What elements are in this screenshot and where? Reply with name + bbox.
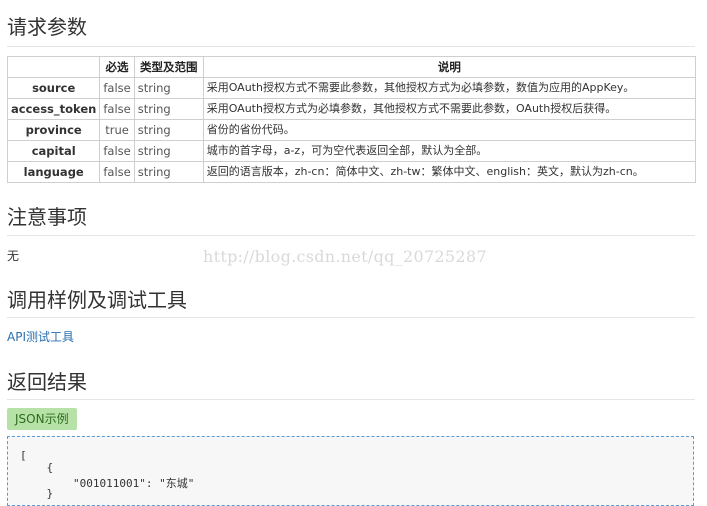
code-block: [ { "001011001": "东城" } <box>7 436 694 506</box>
param-required: false <box>99 98 135 120</box>
param-name: language <box>6 161 101 183</box>
header-type: 类型及范围 <box>133 56 204 78</box>
section-title-request-params: 请求参数 <box>7 15 87 39</box>
param-description: 采用OAuth授权方式为必填参数，其他授权方式不需要此参数，OAuth授权后获得… <box>202 98 697 120</box>
divider <box>7 46 695 47</box>
param-description: 省份的省份代码。 <box>202 119 697 141</box>
param-type: string <box>133 140 204 162</box>
params-table: 必选 类型及范围 说明 source false string 采用OAuth授… <box>6 56 697 183</box>
header-name <box>6 56 101 78</box>
param-required: true <box>99 119 135 141</box>
param-name: source <box>6 77 101 99</box>
param-name: capital <box>6 140 101 162</box>
json-example-tab[interactable]: JSON示例 <box>7 408 77 430</box>
param-required: false <box>99 77 135 99</box>
param-description: 返回的语言版本，zh-cn：简体中文、zh-tw：繁体中文、english：英文… <box>202 161 697 183</box>
param-type: string <box>133 161 204 183</box>
table-row: language false string 返回的语言版本，zh-cn：简体中文… <box>6 161 697 183</box>
code-line: } <box>20 487 54 500</box>
header-required: 必选 <box>99 56 135 78</box>
watermark-text: http://blog.csdn.net/qq_20725287 <box>203 247 487 266</box>
table-header-row: 必选 类型及范围 说明 <box>6 56 697 78</box>
param-type: string <box>133 98 204 120</box>
section-title-result: 返回结果 <box>7 370 87 394</box>
param-description: 城市的首字母，a-z，可为空代表返回全部，默认为全部。 <box>202 140 697 162</box>
table-row: access_token false string 采用OAuth授权方式为必填… <box>6 98 697 120</box>
param-type: string <box>133 119 204 141</box>
divider <box>7 235 695 236</box>
param-type: string <box>133 77 204 99</box>
param-description: 采用OAuth授权方式不需要此参数，其他授权方式为必填参数，数值为应用的AppK… <box>202 77 697 99</box>
divider <box>7 317 695 318</box>
table-row: province true string 省份的省份代码。 <box>6 119 697 141</box>
param-required: false <box>99 140 135 162</box>
header-description: 说明 <box>202 56 697 78</box>
param-name: province <box>6 119 101 141</box>
api-test-tool-link[interactable]: API测试工具 <box>7 328 74 345</box>
section-title-notes: 注意事项 <box>7 205 87 229</box>
section-title-examples: 调用样例及调试工具 <box>7 288 187 312</box>
table-row: capital false string 城市的首字母，a-z，可为空代表返回全… <box>6 140 697 162</box>
param-name: access_token <box>6 98 101 120</box>
table-row: source false string 采用OAuth授权方式不需要此参数，其他… <box>6 77 697 99</box>
divider <box>7 399 695 400</box>
code-line: { <box>20 461 54 474</box>
notes-text: 无 <box>7 249 20 263</box>
param-required: false <box>99 161 135 183</box>
